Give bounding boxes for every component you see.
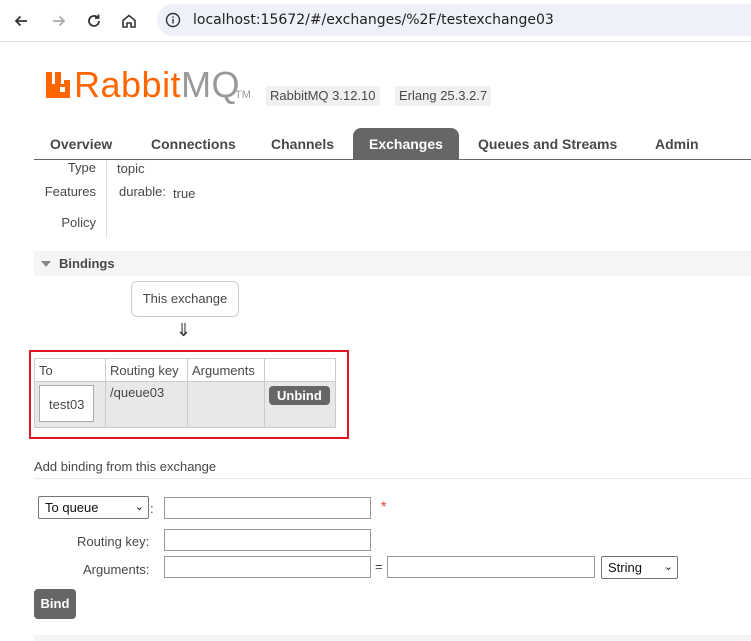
- required-marker: *: [381, 498, 387, 514]
- collapse-triangle-icon[interactable]: [41, 261, 51, 267]
- erlang-version-badge: Erlang 25.3.2.7: [395, 86, 492, 106]
- site-info-icon[interactable]: [165, 12, 181, 28]
- unbind-button[interactable]: Unbind: [269, 386, 330, 405]
- queue-link[interactable]: test03: [39, 385, 95, 422]
- bind-button[interactable]: Bind: [34, 589, 76, 619]
- policy-label: Policy: [61, 215, 96, 230]
- durable-value: true: [173, 186, 196, 201]
- bindings-title: Bindings: [59, 256, 115, 271]
- argument-type-value: String: [608, 560, 642, 575]
- url-text[interactable]: localhost:15672/#/exchanges/%2F/testexch…: [193, 12, 554, 28]
- tab-exchanges[interactable]: Exchanges: [353, 128, 459, 160]
- destination-type-select[interactable]: To queue ⌄: [38, 496, 149, 519]
- details-divider: [106, 160, 107, 238]
- add-binding-heading: Add binding from this exchange: [34, 459, 751, 479]
- bindings-section-header[interactable]: Bindings: [34, 251, 751, 276]
- bindings-table-header: To Routing key Arguments: [34, 358, 336, 382]
- down-double-arrow-icon: ⇓: [176, 320, 192, 341]
- logo-wordmark: RabbitMQ: [74, 64, 241, 105]
- home-icon[interactable]: [117, 9, 141, 33]
- argument-type-select[interactable]: String ⌄: [601, 556, 678, 579]
- col-action: [264, 358, 336, 382]
- routing-key-input[interactable]: [164, 529, 371, 551]
- equals-sign: =: [375, 559, 383, 574]
- logo-trademark: TM: [235, 89, 251, 101]
- binding-arguments: [187, 381, 265, 428]
- features-label: Features: [44, 184, 96, 199]
- durable-key: durable:: [119, 184, 166, 199]
- type-label: Type: [67, 160, 96, 175]
- address-bar[interactable]: localhost:15672/#/exchanges/%2F/testexch…: [157, 4, 751, 36]
- rabbitmq-version-badge: RabbitMQ 3.12.10: [266, 86, 380, 106]
- binding-action-cell: Unbind: [264, 381, 336, 428]
- binding-destination-cell: test03: [34, 381, 106, 428]
- tab-channels[interactable]: Channels: [255, 128, 350, 160]
- argument-value-input[interactable]: [387, 556, 595, 578]
- back-arrow-icon[interactable]: [9, 9, 33, 33]
- tab-connections[interactable]: Connections: [135, 128, 252, 160]
- binding-routing-key: /queue03: [105, 381, 188, 428]
- chevron-down-icon: ⌄: [663, 561, 673, 573]
- routing-key-label: Routing key:: [77, 534, 150, 549]
- next-section-strip: [34, 635, 751, 641]
- tab-admin[interactable]: Admin: [639, 128, 715, 160]
- tab-overview[interactable]: Overview: [34, 128, 128, 160]
- col-to: To: [34, 358, 106, 382]
- col-routing-key: Routing key: [105, 358, 188, 382]
- this-exchange-box: This exchange: [131, 281, 239, 317]
- reload-icon[interactable]: [82, 9, 106, 33]
- chevron-down-icon: ⌄: [134, 501, 144, 513]
- browser-toolbar: localhost:15672/#/exchanges/%2F/testexch…: [0, 0, 751, 42]
- type-value: topic: [117, 161, 145, 176]
- destination-type-value: To queue: [45, 500, 99, 515]
- destination-name-input[interactable]: [164, 497, 371, 519]
- bindings-table: To Routing key Arguments test03 /queue03…: [34, 358, 336, 428]
- forward-arrow-icon[interactable]: [47, 9, 71, 33]
- main-nav-tabs: Overview Connections Channels Exchanges …: [34, 128, 751, 160]
- col-arguments: Arguments: [187, 358, 265, 382]
- tab-queues-and-streams[interactable]: Queues and Streams: [462, 128, 633, 160]
- rabbitmq-logo-icon: [44, 70, 72, 104]
- argument-key-input[interactable]: [164, 556, 371, 578]
- destination-colon: :: [150, 501, 154, 516]
- table-row: test03 /queue03 Unbind: [34, 381, 336, 428]
- arguments-label: Arguments:: [83, 562, 150, 577]
